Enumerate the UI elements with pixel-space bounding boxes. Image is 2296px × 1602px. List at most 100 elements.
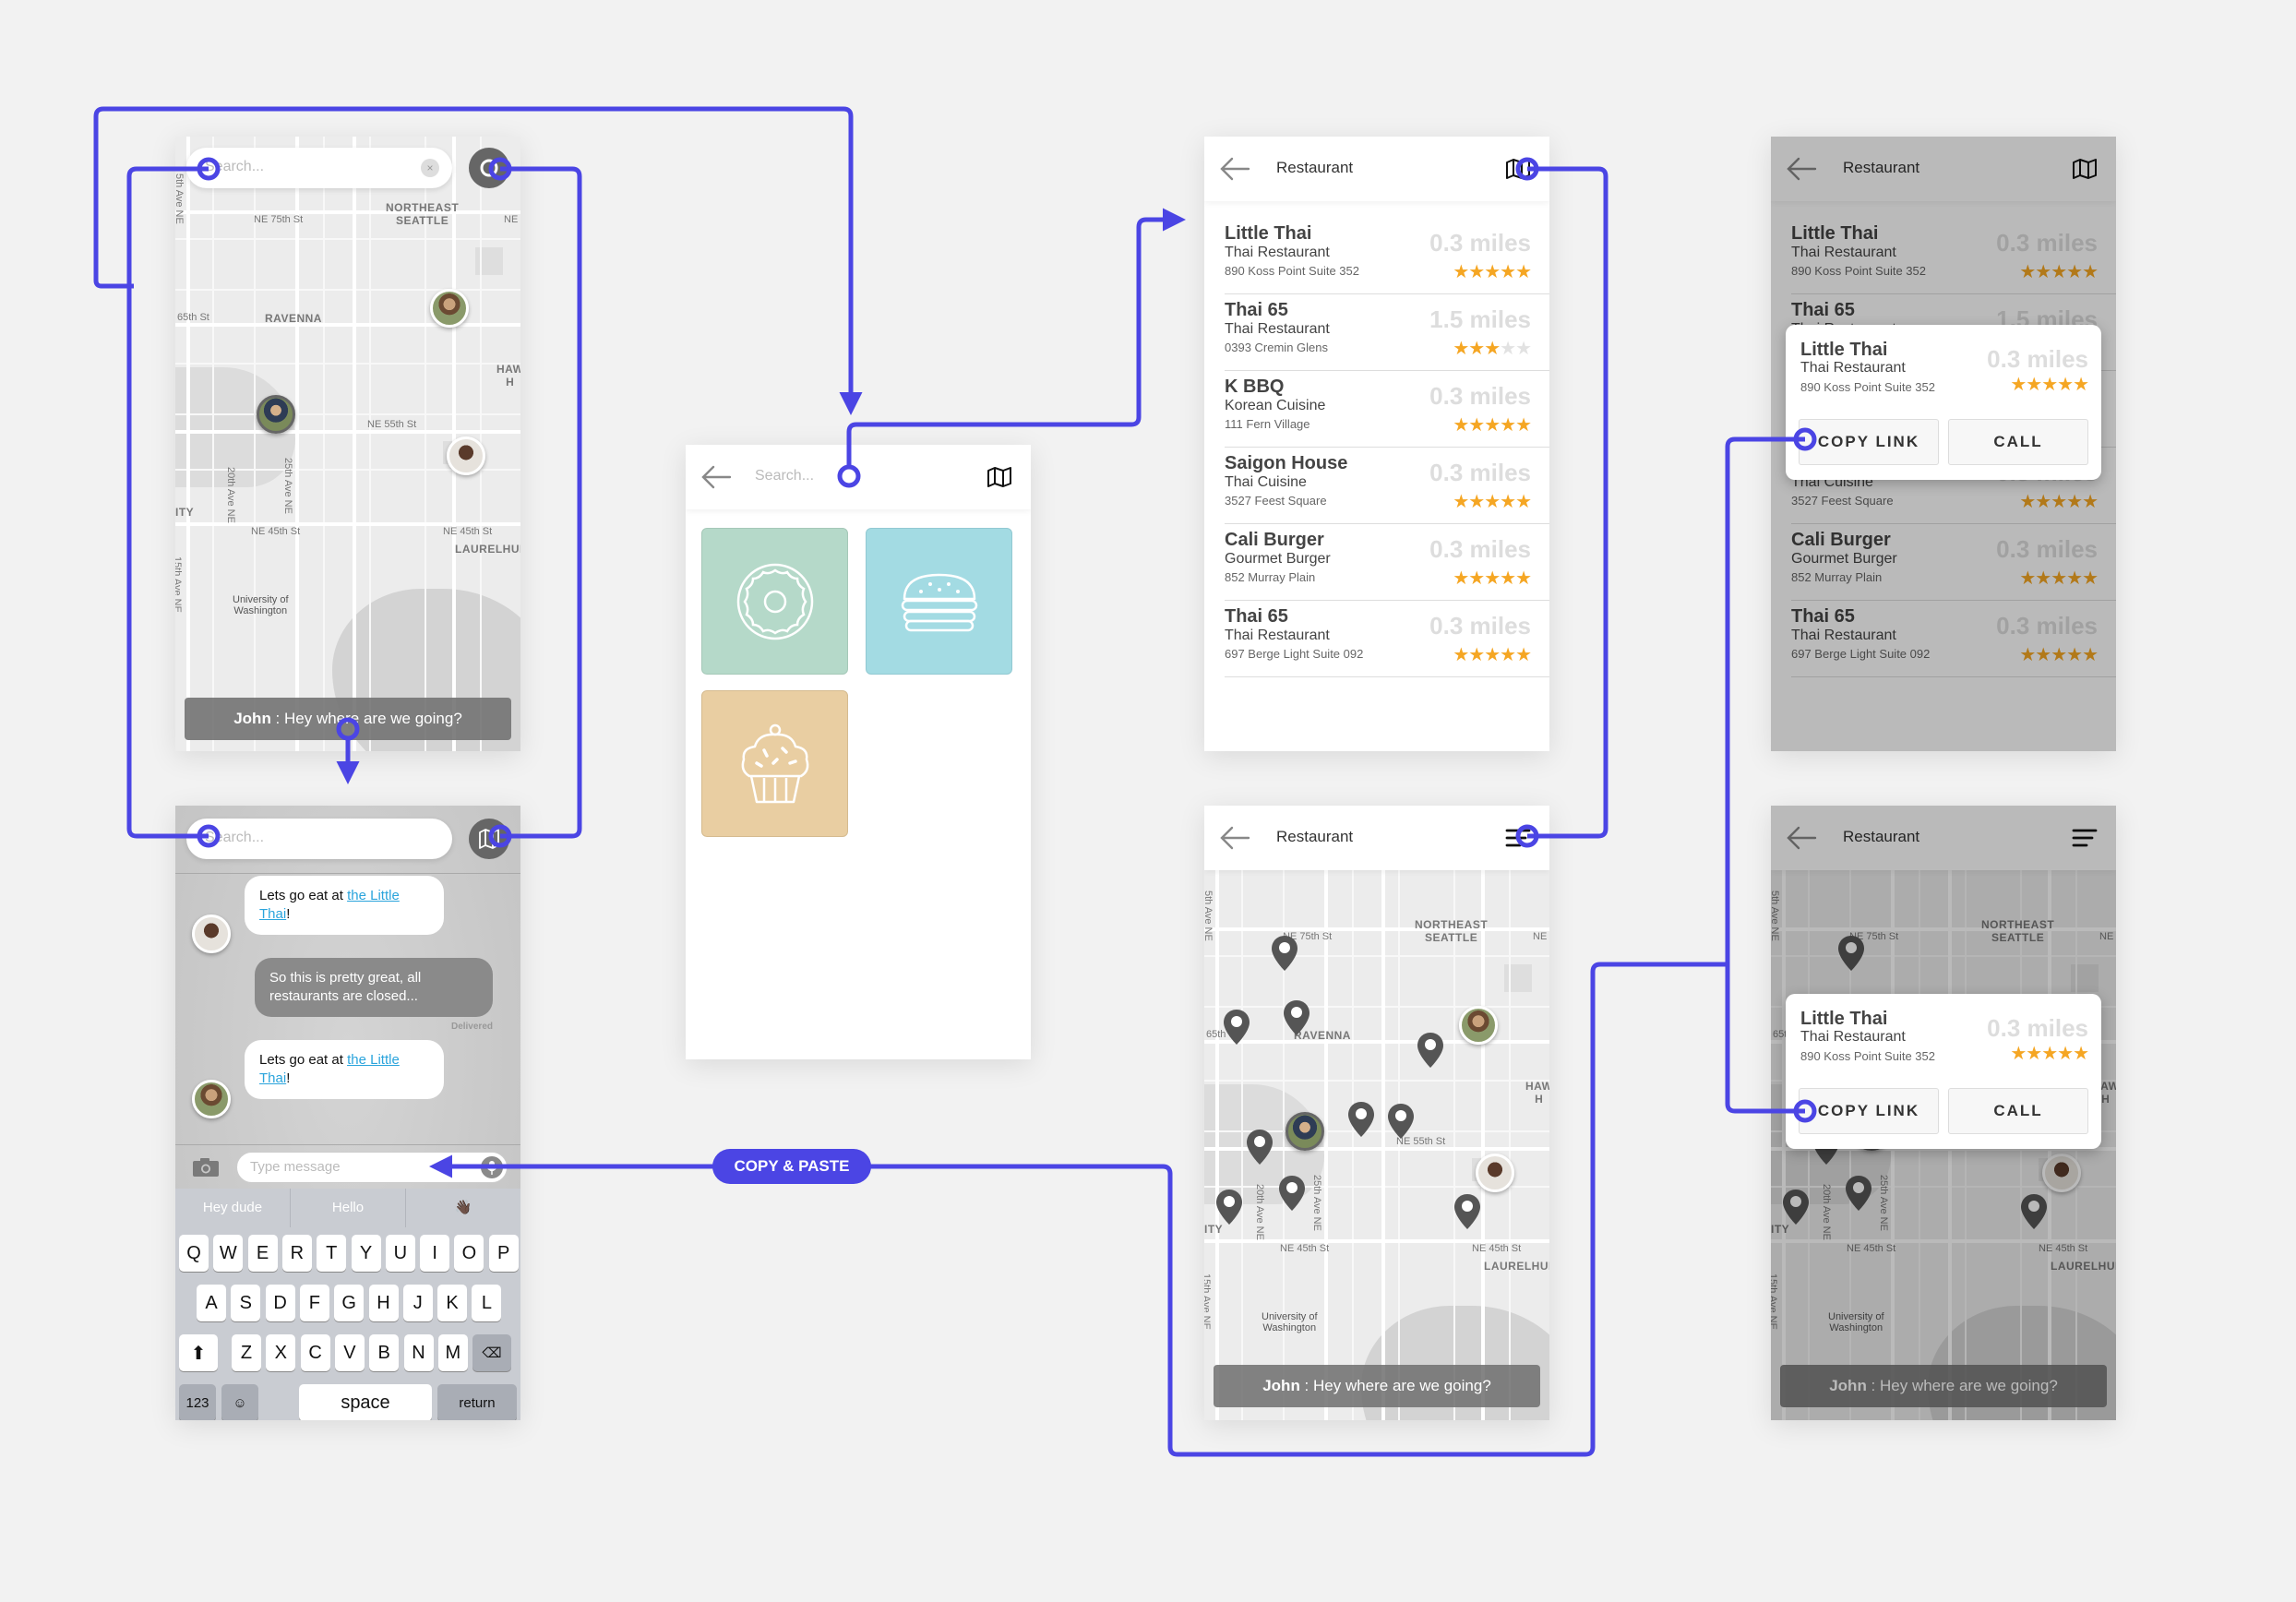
chat-message-outgoing: So this is pretty great, all restaurants… [255,958,493,1017]
map-view[interactable]: NE 75th St NORTHEAST SEATTLE NE 65th St R… [175,137,520,751]
friend-avatar-marker[interactable] [447,436,485,475]
key-s[interactable]: S [231,1285,261,1321]
restaurant-pin-icon[interactable] [1453,1193,1481,1230]
map-icon[interactable] [987,467,1012,487]
map-icon[interactable] [1505,159,1531,179]
restaurant-list-item[interactable]: K BBQKorean Cuisine111 Fern Village0.3 m… [1225,371,1549,448]
clear-icon[interactable]: × [421,159,439,177]
map-label: University of Washington [1262,1311,1318,1333]
star-icon: ★ [1453,339,1469,359]
key-t[interactable]: T [317,1235,347,1272]
key-r[interactable]: R [281,1235,312,1272]
message-input[interactable]: Type message [236,1152,508,1183]
friend-avatar-marker[interactable] [430,289,469,328]
map-road [1204,927,1549,931]
suggestion-3[interactable]: 👋🏿 [406,1189,520,1227]
chat-preview-toast[interactable]: John : Hey where are we going? [1214,1365,1540,1407]
search-input[interactable]: Search... [755,468,814,484]
key-l[interactable]: L [472,1285,502,1321]
restaurant-map-screen: NE 75th St NORTHEAST SEATTLE NE 65th St RAVEN… [1204,806,1549,1420]
restaurant-pin-icon[interactable] [1417,1032,1444,1069]
chat-message-incoming: Lets go eat at the Little Thai! [245,1040,444,1099]
key-n[interactable]: N [403,1334,434,1371]
key-p[interactable]: P [488,1235,519,1272]
key-q[interactable]: Q [179,1235,209,1272]
map-toggle-button[interactable] [469,148,509,188]
copy-link-button[interactable]: COPY LINK [1799,1088,1939,1134]
chat-preview-toast[interactable]: John : Hey where are we going? [185,698,511,740]
star-icon: ★ [1453,262,1469,282]
key-h[interactable]: H [368,1285,399,1321]
key-m[interactable]: M [437,1334,468,1371]
key-f[interactable]: F [299,1285,329,1321]
restaurant-pin-icon[interactable] [1246,1129,1274,1166]
key-v[interactable]: V [334,1334,365,1371]
restaurant-pin-icon[interactable] [1223,1009,1250,1046]
back-arrow-icon[interactable] [1219,157,1250,181]
return-key[interactable]: return [437,1384,517,1420]
key-j[interactable]: J [402,1285,433,1321]
key-c[interactable]: C [300,1334,330,1371]
restaurant-pin-icon[interactable] [1283,999,1310,1036]
restaurant-list-item[interactable]: Thai 65 Thai Restaurant 697 Berge Light Su… [1225,601,1549,677]
star-icon: ★ [1500,415,1516,436]
search-input[interactable]: Search... × [186,148,452,188]
key-z[interactable]: Z [232,1334,261,1371]
map-label: 5th Ave NE [175,173,185,224]
key-d[interactable]: D [265,1285,295,1321]
back-arrow-icon[interactable] [700,465,732,489]
restaurant-list-item[interactable]: Thai 65Thai Restaurant0393 Cremin Glens1… [1225,294,1549,371]
numbers-key[interactable]: 123 [179,1384,216,1420]
category-tile-donut[interactable] [701,528,848,675]
call-button[interactable]: CALL [1948,419,2088,465]
key-i[interactable]: I [420,1235,450,1272]
map-street [323,137,325,751]
map-view[interactable]: NE 75th StNORTHEASTSEATTLENE65th StRAVEN… [1204,870,1549,1420]
restaurant-pin-icon[interactable] [1215,1189,1243,1225]
message-placeholder: Type message [250,1159,341,1175]
camera-icon[interactable] [192,1157,220,1178]
restaurant-list-item[interactable]: Little Thai Thai Restaurant 890 Koss Point… [1225,218,1549,294]
key-x[interactable]: X [266,1334,296,1371]
key-u[interactable]: U [385,1235,415,1272]
category-tile-burger[interactable] [866,528,1012,675]
friend-avatar-marker[interactable] [1476,1154,1514,1192]
restaurant-list-item[interactable]: Saigon HouseThai Cuisine3527 Feest Squar… [1225,448,1549,524]
restaurant-pin-icon[interactable] [1278,1175,1306,1212]
key-a[interactable]: A [197,1285,226,1321]
copy-link-button[interactable]: COPY LINK [1799,419,1939,465]
self-avatar-marker[interactable] [1286,1112,1324,1151]
restaurant-pin-icon[interactable] [1347,1101,1375,1138]
self-avatar-marker[interactable] [257,395,295,434]
star-icon: ★ [1468,415,1485,436]
map-button[interactable] [469,819,509,859]
call-button[interactable]: CALL [1948,1088,2088,1134]
suggestion-2[interactable]: Hello [291,1189,406,1227]
backspace-key[interactable]: ⌫ [472,1334,511,1371]
list-icon[interactable] [1505,828,1531,848]
map-street [1204,1006,1549,1008]
shift-key[interactable]: ⬆ [179,1334,218,1371]
space-key[interactable]: space [299,1384,432,1420]
friend-avatar-marker[interactable] [1459,1006,1498,1045]
map-street [212,137,214,751]
key-w[interactable]: W [213,1235,244,1272]
category-tile-cupcake[interactable] [701,690,848,837]
key-y[interactable]: Y [351,1235,381,1272]
microphone-icon[interactable] [481,1156,503,1178]
search-input[interactable]: Search... [186,819,452,859]
emoji-key[interactable]: ☺ [221,1384,258,1420]
key-e[interactable]: E [247,1235,278,1272]
restaurant-pin-icon[interactable] [1387,1103,1415,1140]
star-icon: ★ [1468,492,1485,512]
back-arrow-icon[interactable] [1219,826,1250,850]
map-label: NE [1533,931,1548,942]
key-o[interactable]: O [454,1235,484,1272]
restaurant-list-item[interactable]: Cali Burger Gourmet Burger 852 Murray Plai… [1225,524,1549,601]
restaurant-distance: 0.3 miles [1429,535,1531,563]
key-k[interactable]: K [437,1285,468,1321]
key-g[interactable]: G [334,1285,365,1321]
restaurant-pin-icon[interactable] [1271,935,1298,972]
key-b[interactable]: B [369,1334,400,1371]
suggestion-1[interactable]: Hey dude [175,1189,291,1227]
